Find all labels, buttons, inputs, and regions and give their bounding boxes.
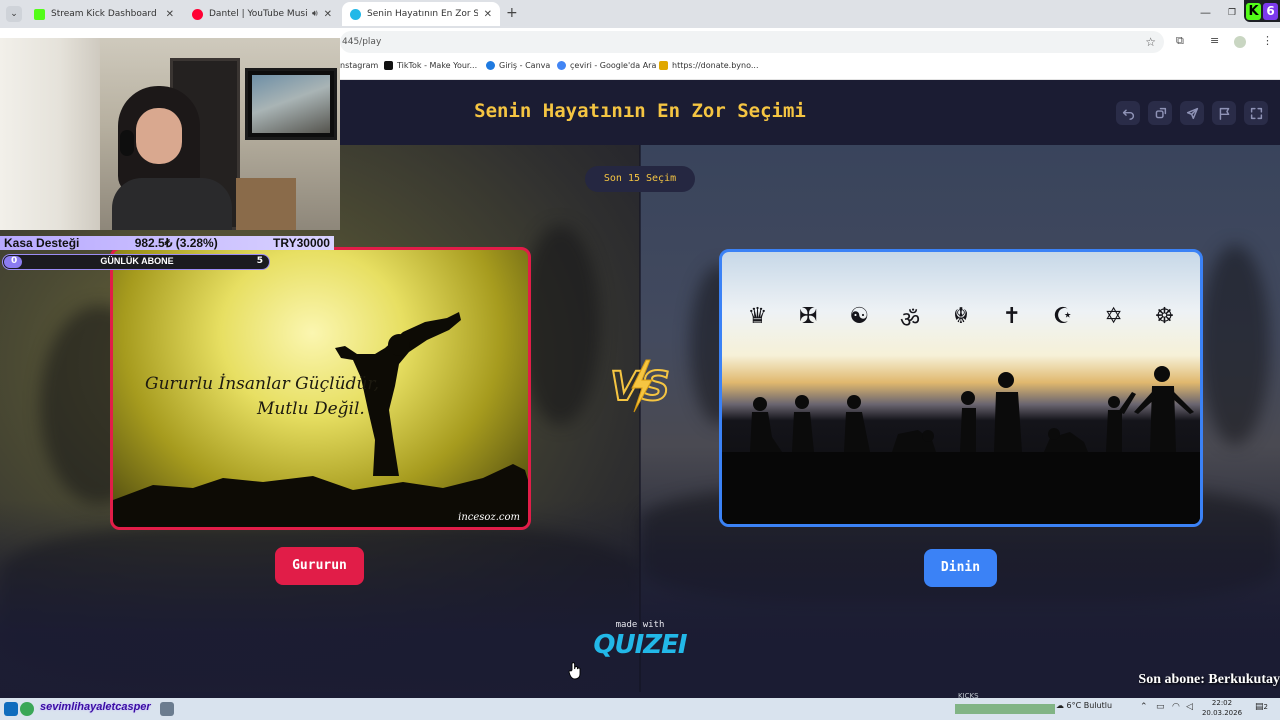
quizei-logo[interactable]: QUIZEI <box>585 630 695 660</box>
webcam-tv <box>245 68 337 140</box>
sub-goal-target: 5 <box>256 256 263 266</box>
volume-icon[interactable]: ◁ <box>1186 702 1193 712</box>
quizei-favicon-icon <box>350 8 361 20</box>
restore-icon[interactable]: ❐ <box>1228 8 1236 18</box>
kick-logo-icon: K <box>1246 2 1261 20</box>
webcam-curtain <box>0 38 100 230</box>
headset-icon <box>120 130 134 156</box>
lightning-icon: VS <box>609 359 671 413</box>
kicks-progress <box>955 704 1055 714</box>
fullscreen-icon <box>1250 107 1262 119</box>
browser-menu-icon[interactable]: ⋮ <box>1262 34 1273 47</box>
bookmark-label: Giriş - Canva <box>499 61 551 70</box>
wifi-icon[interactable]: ◠ <box>1172 702 1180 712</box>
tab-search-chevron-icon[interactable]: ⌄ <box>6 6 22 22</box>
made-with-label: made with <box>615 620 665 630</box>
clock-time: 22:02 <box>1211 699 1233 707</box>
center-divider <box>639 145 641 692</box>
tab-kick-dashboard[interactable]: Stream Kick Dashboard ✕ <box>26 2 182 26</box>
flag-icon <box>1219 107 1229 120</box>
bookmark-label: TikTok - Make Your... <box>397 61 478 70</box>
tab-quiz-active[interactable]: Senin Hayatının En Zor Seçimi ✕ <box>342 2 500 26</box>
quote-line-2: Mutlu Değil. <box>257 399 365 419</box>
undo-button[interactable] <box>1116 101 1140 125</box>
bookmark-label: nstagram <box>340 61 379 70</box>
undo-icon <box>1122 109 1134 120</box>
daily-sub-goal-bar: 0 GÜNLÜK ABONE 5 <box>2 254 270 270</box>
donation-goal-bar: Kasa Desteği 982.5₺ (3.28%) TRY30000 <box>0 236 334 250</box>
notification-icon[interactable]: ▤2 <box>1255 702 1268 712</box>
webcam-overlay <box>0 38 340 230</box>
quote-line-1: Gururlu İnsanlar Güçlüdür, <box>145 374 380 394</box>
youtube-music-favicon-icon <box>192 8 203 20</box>
webcam-box <box>236 178 296 230</box>
minimize-icon[interactable]: — <box>1200 6 1211 19</box>
battery-icon[interactable]: ▭ <box>1156 702 1165 712</box>
os-taskbar: sevimlihayaletcasper ☁︎ 6°C Bulutlu ⌃ ▭ … <box>0 698 1280 720</box>
clock-date: 20.03.2026 <box>1201 709 1243 717</box>
app-icon[interactable] <box>160 702 174 716</box>
bookmark-star-icon[interactable]: ☆ <box>1145 31 1156 53</box>
bookmark-label: https://donate.byno... <box>672 61 759 70</box>
new-tab-button[interactable]: + <box>506 5 518 21</box>
weather-widget[interactable]: ☁︎ 6°C Bulutlu <box>1056 701 1112 710</box>
share-icon <box>1155 107 1166 118</box>
bookmark-tiktok[interactable]: TikTok - Make Your... <box>384 61 477 70</box>
profile-avatar[interactable] <box>1234 36 1246 48</box>
round-indicator: Son 15 Seçim <box>585 166 695 192</box>
tab-label: Stream Kick Dashboard <box>51 9 157 19</box>
bookmark-donate[interactable]: https://donate.byno... <box>659 61 759 70</box>
choose-left-button[interactable]: Gururun <box>275 547 364 585</box>
donation-label: Kasa Desteği <box>4 236 80 250</box>
kick-favicon-icon <box>34 8 45 20</box>
google-icon <box>557 61 566 70</box>
send-button[interactable] <box>1180 101 1204 125</box>
app-icon[interactable] <box>20 702 34 716</box>
audio-playing-icon[interactable]: 🔊︎ <box>312 9 318 19</box>
chat-username: sevimlihayaletcasper <box>40 701 151 713</box>
tray-chevron-icon[interactable]: ⌃ <box>1140 702 1148 712</box>
praying-silhouettes-image <box>722 366 1200 524</box>
kicks-label: KICKS <box>958 692 979 700</box>
start-icon[interactable] <box>4 702 18 716</box>
donation-goal: TRY30000 <box>273 236 330 250</box>
bookmark-instagram[interactable]: nstagram <box>340 61 378 70</box>
tiktok-icon <box>384 61 393 70</box>
choose-right-button[interactable]: Dinin <box>924 549 997 587</box>
hand-cursor-icon <box>568 662 581 680</box>
donate-icon <box>659 61 668 70</box>
tab-label: Dantel | YouTube Music <box>209 9 308 19</box>
bookmark-canva[interactable]: Giriş - Canva <box>486 61 550 70</box>
url-field[interactable]: 445/play ☆ <box>340 31 1164 53</box>
donation-amount: 982.5₺ (3.28%) <box>134 236 218 250</box>
kick-overlay-badge: K 6 <box>1244 0 1280 22</box>
sub-goal-label: GÜNLÜK ABONE <box>100 256 174 266</box>
kick-badge-count: 6 <box>1263 2 1278 20</box>
fullscreen-button[interactable] <box>1244 101 1268 125</box>
tab-youtube-music[interactable]: Dantel | YouTube Music 🔊︎ ✕ <box>184 2 340 26</box>
canva-icon <box>486 61 495 70</box>
notification-count: 2 <box>1263 703 1268 711</box>
browser-tab-strip: ⌄ Stream Kick Dashboard ✕ Dantel | YouTu… <box>0 0 1280 28</box>
tab-label: Senin Hayatının En Zor Seçimi <box>367 9 478 19</box>
tab-close-icon[interactable]: ✕ <box>484 9 492 20</box>
option-card-right[interactable]: ♛ ✠ ☯ ॐ ☬ ✝ ☪ ✡ ☸ <box>719 249 1203 527</box>
tab-close-icon[interactable]: ✕ <box>324 9 332 20</box>
bookmark-label: çeviri - Google'da Ara <box>570 61 657 70</box>
send-icon <box>1186 107 1198 119</box>
weather-text: 6°C Bulutlu <box>1066 701 1113 710</box>
bookmark-google-ceviri[interactable]: çeviri - Google'da Ara <box>557 61 656 70</box>
share-button[interactable] <box>1148 101 1172 125</box>
tab-close-icon[interactable]: ✕ <box>166 9 174 20</box>
system-clock[interactable]: 22:02 20.03.2026 <box>1200 698 1244 718</box>
versus-badge: VS <box>606 356 674 416</box>
option-card-left[interactable]: Gururlu İnsanlar Güçlüdür, Mutlu Değil. … <box>110 247 531 530</box>
report-button[interactable] <box>1212 101 1236 125</box>
media-controls-icon[interactable]: ≡ <box>1210 34 1219 47</box>
url-text: 445/play <box>342 37 382 47</box>
image-watermark: incesoz.com <box>458 512 520 523</box>
extensions-icon[interactable]: ⧉ <box>1176 34 1184 48</box>
last-subscriber-text: Son abone: Berkukutay <box>1138 672 1280 687</box>
